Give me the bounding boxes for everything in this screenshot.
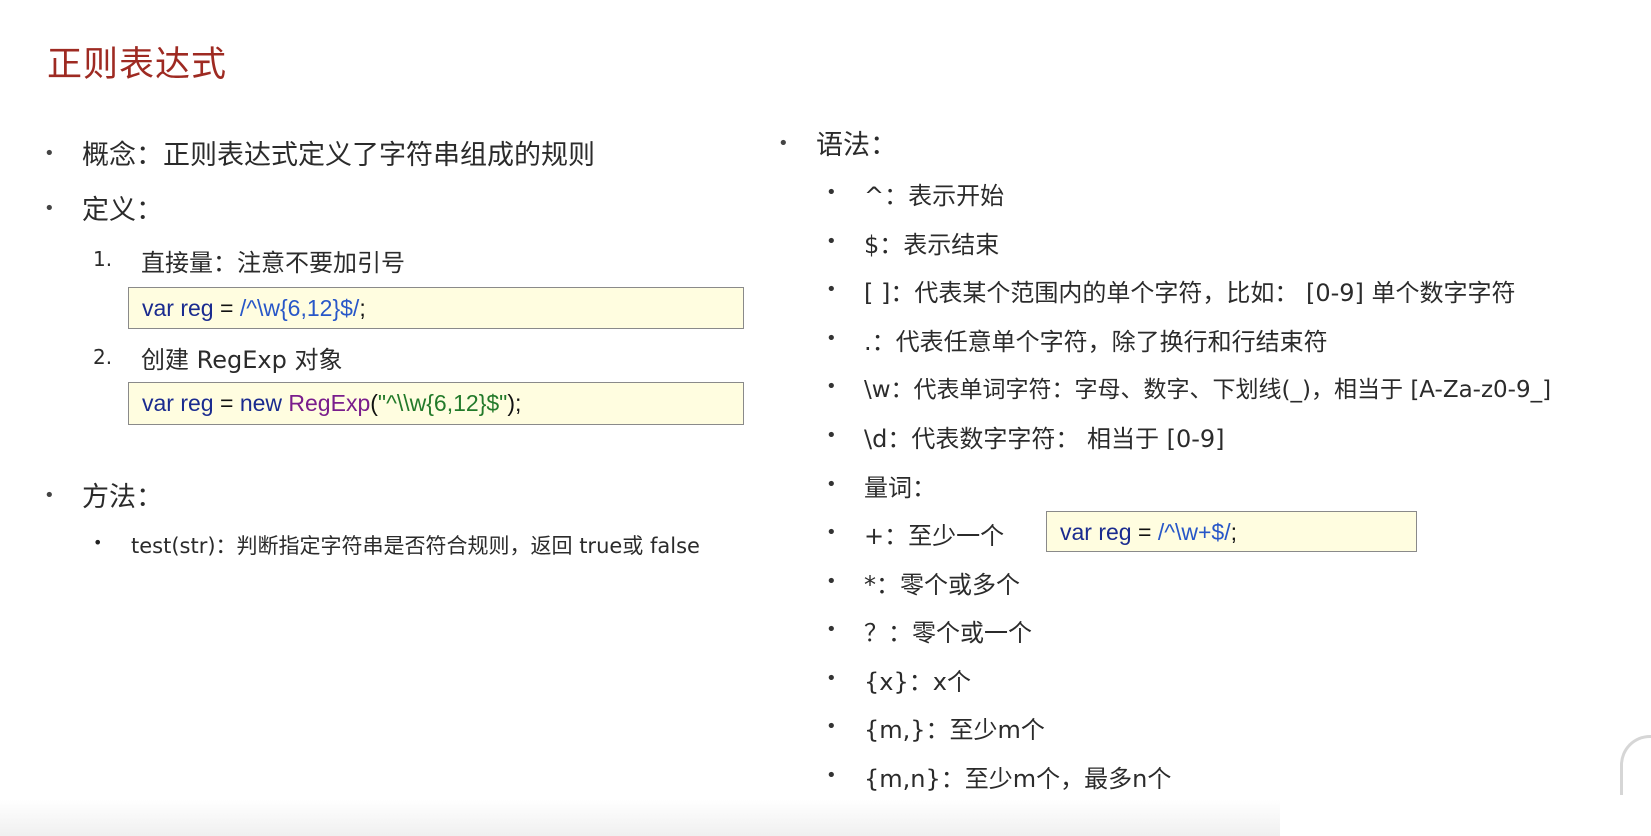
method-test-text: test(str)：判断指定字符串是否符合规则，返回 true或 false [131,534,700,558]
syntax-item: *：零个或多个 [864,571,1020,599]
syntax-item: \w：代表单词字符：字母、数字、下划线(_)，相当于 [A-Za-z0-9_] [864,377,1552,403]
def-item-literal: 直接量：注意不要加引号 [141,249,405,277]
code-paren: ( [370,390,378,416]
bullet-icon: • [826,279,837,300]
bullet-icon: • [826,231,837,252]
syntax-item: {x}：x个 [864,668,971,696]
syntax-item: ^：表示开始 [864,182,1005,210]
code-regex: /^\w{6,12}$/ [239,295,360,321]
bullet-icon: • [778,133,789,154]
syntax-item: ？：零个或一个 [864,619,1032,647]
bullet-icon: • [826,474,837,495]
code-terminator: ); [507,390,522,416]
code-keyword: var [142,390,174,416]
bullet-icon: • [44,143,55,164]
bullet-icon: • [826,425,837,446]
code-operator: = [213,390,240,416]
code-identifier: reg [1091,519,1132,545]
edge-decoration [1620,735,1651,795]
code-terminator: ; [1230,519,1237,545]
syntax-item: {m,n}：至少m个，最多n个 [864,765,1172,793]
bullet-icon: • [826,571,837,592]
code-block-regexp: var reg = new RegExp("^\\w{6,12}$"); [128,382,744,425]
code-terminator: ; [359,295,366,321]
syntax-heading: 语法： [816,130,897,161]
bullet-icon: • [93,533,103,552]
bullet-icon: • [44,198,55,219]
code-string: "^\\w{6,12}$" [377,390,508,416]
code-regex: /^\w+$/ [1157,519,1231,545]
syntax-item: $：表示结束 [864,231,1000,259]
syntax-item: {m,}：至少m个 [864,716,1045,744]
bullet-icon: • [826,522,837,543]
bullet-icon: • [826,668,837,689]
syntax-item: [ ]：代表某个范围内的单个字符，比如： [0-9] 单个数字字符 [864,279,1516,307]
code-operator: = [213,295,240,321]
syntax-item: .：代表任意单个字符，除了换行和行结束符 [864,328,1328,356]
code-keyword: var [142,295,174,321]
bullet-icon: • [826,182,837,203]
bullet-icon: • [826,716,837,737]
method-heading: 方法： [82,482,163,513]
list-number: 2. [93,345,113,369]
bullet-icon: • [826,328,837,349]
concept-text: 概念：正则表达式定义了字符串组成的规则 [82,140,595,171]
syntax-item: 量词： [864,474,936,502]
def-item-regexp: 创建 RegExp 对象 [141,346,343,374]
code-keyword: var [1060,519,1092,545]
syntax-item: +：至少一个 [864,522,1005,550]
bullet-icon: • [44,485,55,506]
definition-heading: 定义： [82,195,163,226]
code-block-literal: var reg = /^\w{6,12}$/; [128,287,744,329]
bullet-icon: • [826,765,837,786]
slide-title: 正则表达式 [47,45,228,85]
bullet-icon: • [826,376,837,397]
code-identifier: reg [173,390,214,416]
bottom-fade [0,800,1280,836]
bullet-icon: • [826,619,837,640]
code-operator: = [1131,519,1158,545]
syntax-item: \d：代表数字字符： 相当于 [0-9] [864,425,1225,453]
list-number: 1. [93,247,113,271]
code-identifier: reg [173,295,214,321]
code-new-keyword: new [239,390,289,416]
code-block-plus: var reg = /^\w+$/; [1046,511,1417,552]
code-class: RegExp [288,390,371,416]
